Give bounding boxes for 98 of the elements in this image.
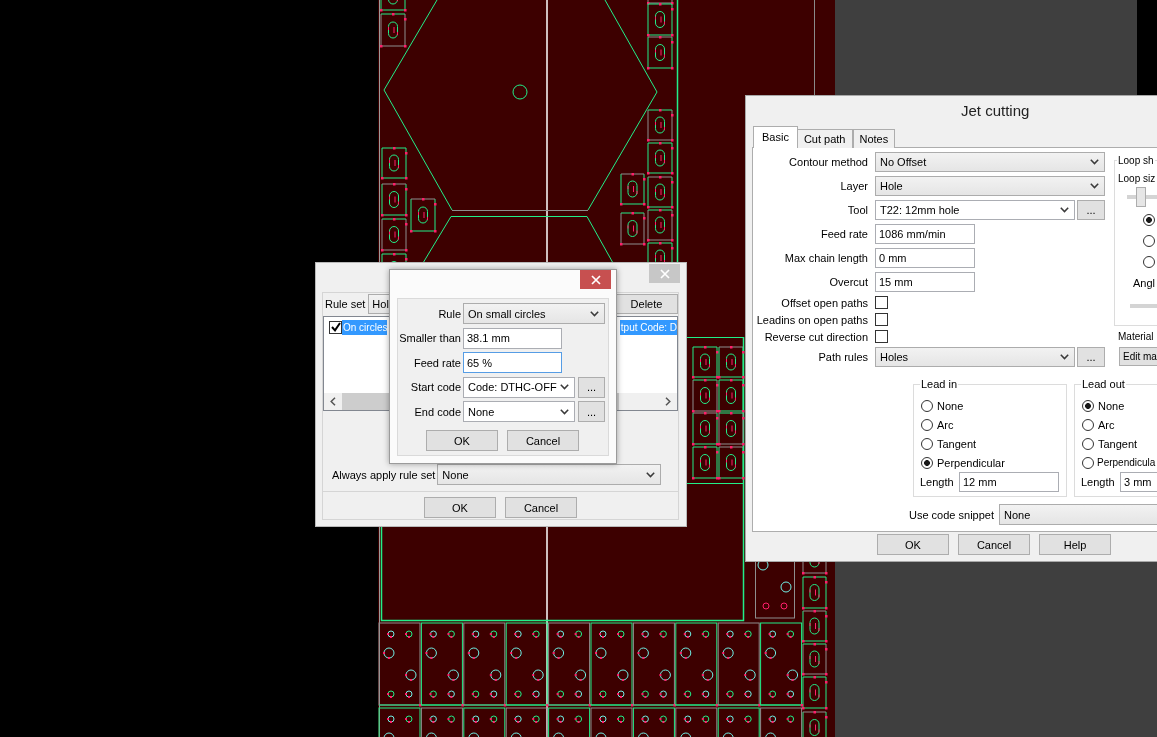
field-label: Start code xyxy=(409,381,461,393)
field-label: Use code snippet xyxy=(909,508,994,521)
field-label: Length xyxy=(920,476,955,488)
group-title: Loop sh xyxy=(1117,154,1155,167)
cancel-button[interactable]: Cancel xyxy=(958,534,1030,555)
cancel-button[interactable]: Cancel xyxy=(505,497,577,518)
checkbox[interactable] xyxy=(875,330,888,343)
close-icon xyxy=(590,274,601,285)
group-title: Lead in xyxy=(920,378,959,391)
help-button[interactable]: Help xyxy=(1039,534,1111,555)
close-icon xyxy=(659,268,670,279)
radio-label: Perpendicular xyxy=(937,456,1005,469)
radio-button[interactable] xyxy=(1143,214,1155,226)
radio-label: Tangent xyxy=(937,437,977,450)
caret-icon xyxy=(1060,354,1069,360)
dropdown[interactable]: None xyxy=(999,504,1157,525)
cancel-button[interactable]: Cancel xyxy=(507,430,579,451)
ok-button[interactable]: OK xyxy=(877,534,949,555)
ok-button[interactable]: OK xyxy=(426,430,498,451)
radio-label: Perpendicula xyxy=(1097,457,1156,468)
radio-label: None xyxy=(1098,399,1125,412)
tab[interactable]: Basic xyxy=(753,126,798,148)
radio-label: Arc xyxy=(937,418,954,431)
field-label: Max chain length xyxy=(783,252,868,264)
field-label: Loop siz xyxy=(1118,173,1157,185)
ellipsis-button[interactable]: ... xyxy=(578,401,605,422)
field-label: Angl xyxy=(1133,277,1157,289)
radio-button[interactable] xyxy=(921,437,933,450)
edit-button[interactable]: Edit ma xyxy=(1119,347,1157,366)
radio-button[interactable] xyxy=(921,399,933,412)
radio-button[interactable] xyxy=(1082,418,1094,431)
checkbox[interactable] xyxy=(875,313,888,326)
checkbox[interactable] xyxy=(875,296,888,309)
slider-thumb[interactable] xyxy=(1136,187,1146,207)
group-title: Lead out xyxy=(1081,378,1126,391)
radio-button[interactable] xyxy=(1143,235,1155,247)
field-label: Leadins on open paths xyxy=(755,313,868,326)
rule-set-label: Rule set xyxy=(324,298,366,310)
field-label: Material xyxy=(1118,331,1155,343)
input-field[interactable]: 3 mm xyxy=(1120,472,1157,492)
field-label: End code xyxy=(413,405,461,418)
field-label: Tool xyxy=(846,204,868,216)
radio-button[interactable] xyxy=(1082,399,1094,412)
field-label: Rule xyxy=(437,307,461,320)
window-title: Jet cutting xyxy=(960,101,1031,121)
field-label: Path rules xyxy=(817,351,868,363)
field-label: Reverse cut direction xyxy=(763,330,868,343)
tab[interactable]: Notes xyxy=(852,129,896,148)
combo-box[interactable]: None xyxy=(463,401,575,422)
field-label: Feed rate xyxy=(819,228,868,240)
dropdown[interactable]: None xyxy=(437,464,662,485)
chevron-right-icon[interactable] xyxy=(665,397,671,406)
rule-set-dropdown[interactable]: Hol xyxy=(368,294,390,314)
caret-icon xyxy=(590,310,599,317)
radio-button[interactable] xyxy=(1143,256,1155,268)
input-field[interactable]: 1086 mm/min xyxy=(875,224,975,244)
input-field[interactable]: 12 mm xyxy=(959,472,1059,492)
tab[interactable]: Cut path xyxy=(796,129,853,148)
caret-icon xyxy=(1060,207,1069,213)
radio-label: Tangent xyxy=(1098,437,1138,450)
caret-icon xyxy=(560,408,569,415)
radio-button[interactable] xyxy=(921,456,933,469)
input-field[interactable]: 65 % xyxy=(463,352,562,373)
chevron-left-icon[interactable] xyxy=(330,397,336,406)
caret-icon xyxy=(1090,183,1099,189)
caret-icon xyxy=(646,471,656,478)
ellipsis-button[interactable]: ... xyxy=(1077,347,1105,367)
checkbox[interactable] xyxy=(329,320,342,334)
field-label: Offset open paths xyxy=(780,296,868,309)
dropdown[interactable]: Hole xyxy=(875,176,1105,196)
radio-label: None xyxy=(937,399,964,412)
input-field[interactable]: 0 mm xyxy=(875,248,975,268)
input-field[interactable]: 38.1 mm xyxy=(463,327,562,349)
field-label: Contour method xyxy=(788,156,868,168)
radio-button[interactable] xyxy=(1082,456,1094,469)
dropdown[interactable]: Holes xyxy=(875,347,1075,367)
input-field[interactable]: 15 mm xyxy=(875,272,975,292)
field-label: Smaller than xyxy=(398,332,461,344)
delete-button[interactable]: Delete xyxy=(615,294,678,314)
close-button[interactable] xyxy=(580,270,611,289)
dropdown[interactable]: On small circles xyxy=(463,303,605,324)
field-label: Overcut xyxy=(828,276,868,288)
combo-box[interactable]: Code: DTHC-OFF xyxy=(463,376,575,398)
caret-icon xyxy=(1090,159,1099,165)
combo-box[interactable]: T22: 12mm hole xyxy=(875,200,1075,220)
checkmark-icon xyxy=(330,322,341,332)
caret-icon xyxy=(560,384,569,390)
ellipsis-button[interactable]: ... xyxy=(578,376,605,398)
radio-label: Arc xyxy=(1098,418,1115,431)
ellipsis-button[interactable]: ... xyxy=(1077,200,1105,220)
radio-button[interactable] xyxy=(1082,437,1094,450)
radio-button[interactable] xyxy=(921,418,933,431)
dropdown[interactable]: No Offset xyxy=(875,152,1105,172)
field-label: Length xyxy=(1081,476,1116,488)
ok-button[interactable]: OK xyxy=(424,497,496,518)
field-label: Layer xyxy=(839,180,868,192)
field-label: Always apply rule set xyxy=(332,468,436,481)
field-label: Feed rate xyxy=(412,356,461,369)
